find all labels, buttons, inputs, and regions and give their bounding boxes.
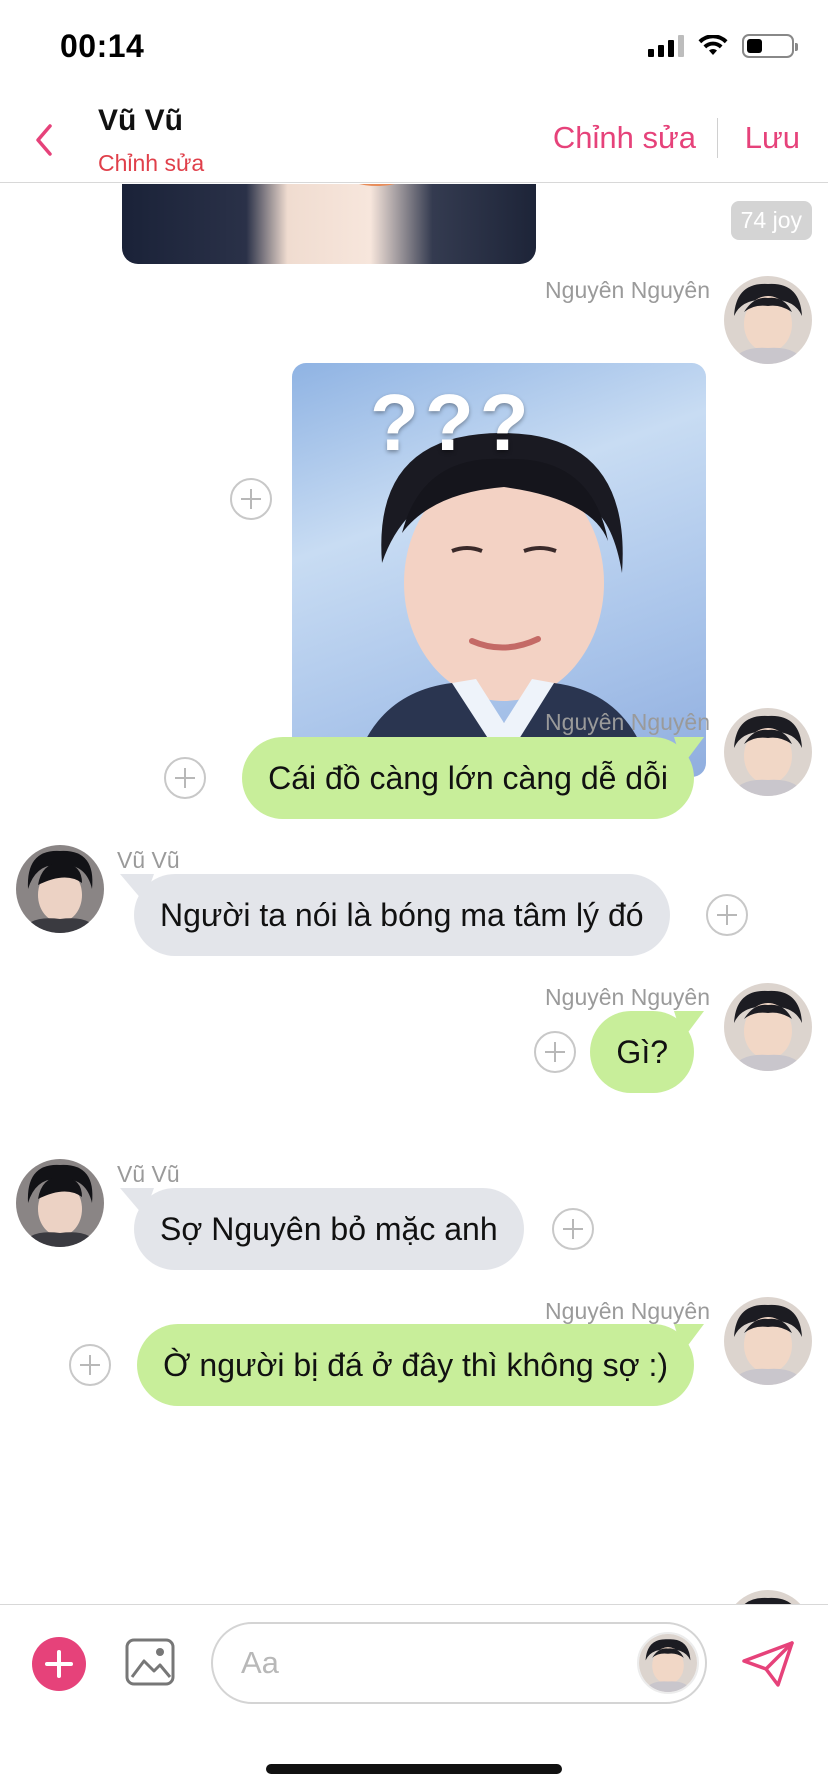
avatar[interactable]: [724, 1590, 812, 1604]
add-reaction-button[interactable]: [230, 478, 272, 520]
battery-level: [747, 39, 762, 53]
edit-button[interactable]: Chỉnh sửa: [553, 120, 696, 156]
message-input[interactable]: [211, 1622, 707, 1704]
add-reaction-button[interactable]: [552, 1208, 594, 1250]
message-bubble[interactable]: Cái đồ càng lớn càng dễ dỗi: [242, 737, 694, 819]
wifi-icon: [698, 35, 728, 55]
image-button[interactable]: [124, 1637, 176, 1687]
battery-icon: [742, 34, 798, 58]
message-composer: [0, 1604, 828, 1724]
plus-circle-icon[interactable]: [32, 1637, 86, 1691]
signal-bars-icon: [648, 35, 684, 57]
add-reaction-button[interactable]: [706, 894, 748, 936]
sender-name: Nguyên Nguyên: [545, 709, 710, 735]
avatar[interactable]: [724, 708, 812, 796]
avatar[interactable]: [16, 845, 104, 933]
send-icon: [742, 1641, 794, 1687]
add-reaction-button[interactable]: [164, 757, 206, 799]
chat-header: Vũ Vũ Chỉnh sửa Chỉnh sửa Lưu: [0, 100, 828, 183]
sender-name: Vũ Vũ: [117, 1161, 180, 1187]
chat-subtitle[interactable]: Chỉnh sửa: [98, 150, 204, 177]
message-bubble[interactable]: Gì?: [590, 1011, 694, 1093]
back-button[interactable]: [26, 118, 66, 162]
add-reaction-button[interactable]: [69, 1344, 111, 1386]
add-reaction-button[interactable]: [534, 1031, 576, 1073]
avatar[interactable]: [637, 1632, 699, 1694]
meme-caption: ???: [370, 378, 535, 467]
avatar[interactable]: [16, 1159, 104, 1247]
chat-title: Vũ Vũ: [98, 104, 184, 137]
sender-name: Nguyên Nguyên: [545, 984, 710, 1010]
avatar[interactable]: [724, 1297, 812, 1385]
sender-name: Nguyên Nguyên: [545, 277, 710, 303]
header-divider: [717, 118, 718, 158]
message-bubble[interactable]: Sợ Nguyên bỏ mặc anh: [134, 1188, 524, 1270]
avatar[interactable]: [724, 983, 812, 1071]
sender-name: Vũ Vũ: [117, 847, 180, 873]
send-button[interactable]: [740, 1639, 796, 1689]
status-time: 00:14: [60, 28, 145, 64]
avatar[interactable]: [724, 276, 812, 364]
status-icons: [648, 34, 798, 58]
status-bar: 00:14: [0, 0, 828, 100]
save-button[interactable]: Lưu: [745, 120, 800, 156]
partial-image-message[interactable]: [122, 184, 536, 264]
chevron-left-icon: [36, 124, 52, 156]
home-indicator[interactable]: [266, 1764, 562, 1774]
message-bubble[interactable]: Ờ người bị đá ở đây thì không sợ :): [137, 1324, 694, 1406]
joy-badge: 74 joy: [730, 201, 812, 240]
sender-name: Nguyên Nguyên: [545, 1298, 710, 1324]
image-detail: [347, 184, 407, 186]
chat-scroll-area[interactable]: 74 joy Nguyên Nguyên ??? Nguyên Nguyên C…: [0, 184, 828, 1604]
message-bubble[interactable]: Người ta nói là bóng ma tâm lý đó: [134, 874, 670, 956]
image-icon: [125, 1638, 175, 1686]
